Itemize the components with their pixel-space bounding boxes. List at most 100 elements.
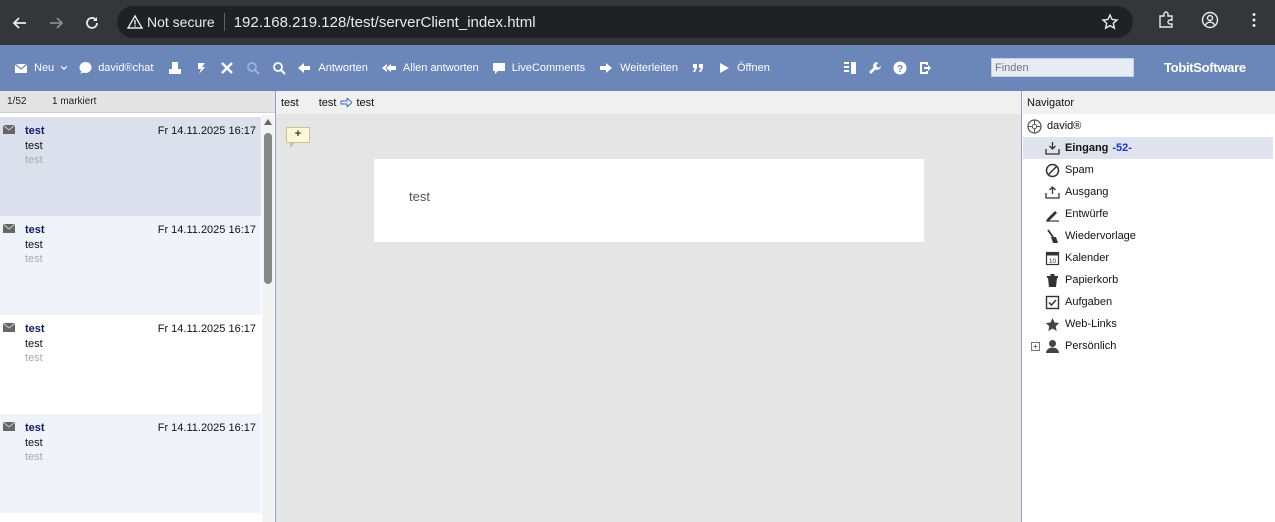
arrow-right-icon	[50, 16, 64, 29]
reading-recipient: test	[356, 96, 375, 109]
address-bar[interactable]: Not secure 192.168.219.128/test/serverCl…	[117, 6, 1133, 38]
help-icon: ?	[893, 61, 907, 75]
reply-button[interactable]: Antworten	[296, 56, 368, 80]
bookmark-star-icon[interactable]	[1101, 13, 1119, 31]
help-button[interactable]: ?	[893, 56, 907, 80]
message-sender: test	[25, 323, 45, 335]
quote-button[interactable]	[691, 56, 705, 80]
reply-arrow-icon	[298, 63, 311, 73]
filter-button[interactable]	[246, 56, 261, 80]
url-text[interactable]: 192.168.219.128/test/serverClient_index.…	[234, 14, 536, 31]
nav-item-personal[interactable]: + Persönlich	[1023, 335, 1273, 357]
navigator-pane: Navigator david® Eingang -52- Spam Ausga…	[1023, 91, 1275, 522]
reply-label: Antworten	[318, 62, 368, 74]
nav-item-label: Papierkorb	[1065, 274, 1119, 286]
divider	[223, 13, 225, 31]
undo-button[interactable]	[194, 56, 208, 80]
checkbox-icon	[1045, 295, 1060, 309]
brand-logo: TobitSoftware	[1164, 60, 1246, 75]
warning-icon	[127, 14, 143, 29]
nav-item-label: Ausgang	[1065, 186, 1109, 198]
find-input[interactable]	[991, 58, 1134, 77]
new-button[interactable]: Neu	[14, 56, 54, 80]
delete-button[interactable]	[220, 56, 234, 80]
print-button[interactable]	[168, 56, 182, 80]
chat-button[interactable]: david®chat	[78, 56, 153, 80]
profile-icon[interactable]	[1201, 11, 1219, 29]
list-scrollbar[interactable]	[262, 115, 274, 522]
open-button[interactable]: Öffnen	[717, 56, 770, 80]
back-button[interactable]	[8, 11, 32, 35]
security-indicator[interactable]: Not secure	[127, 14, 215, 30]
inbox-icon	[1045, 141, 1060, 155]
nav-item-trash[interactable]: Papierkorb	[1023, 269, 1273, 291]
david-logo-icon	[1027, 118, 1042, 134]
blocked-icon	[1045, 163, 1060, 177]
wrench-icon	[868, 62, 881, 74]
close-icon	[221, 62, 234, 74]
new-label: Neu	[34, 62, 55, 74]
forward-button[interactable]	[44, 11, 68, 35]
add-comment-button[interactable]: +	[286, 127, 310, 148]
trash-icon	[1047, 273, 1058, 287]
extensions-icon[interactable]	[1157, 11, 1175, 29]
arrow-left-icon	[12, 16, 26, 29]
message-list-pane: 1/52 1 markiert test Fr 14.11.2025 16:17…	[0, 91, 276, 522]
nav-item-inbox[interactable]: Eingang -52-	[1023, 137, 1273, 159]
chat-label: david®chat	[98, 62, 154, 74]
reply-all-icon	[381, 64, 396, 72]
list-item[interactable]: test Fr 14.11.2025 16:17 test test	[0, 216, 261, 315]
person-icon	[1046, 339, 1059, 353]
logout-button[interactable]	[918, 56, 932, 80]
nav-item-label: Kalender	[1065, 252, 1110, 264]
menu-kebab-icon[interactable]	[1245, 11, 1263, 29]
nav-item-outbox[interactable]: Ausgang	[1023, 181, 1273, 203]
list-header: 1/52 1 markiert	[0, 91, 275, 113]
forward-mail-button[interactable]: Weiterleiten	[598, 56, 678, 80]
nav-item-tasks[interactable]: Aufgaben	[1023, 291, 1273, 313]
message-sender: test	[25, 125, 45, 137]
message-date: Fr 14.11.2025 16:17	[157, 422, 256, 434]
exit-icon	[919, 62, 931, 74]
message-subject: test	[25, 437, 43, 449]
expand-icon[interactable]: +	[1031, 341, 1040, 351]
livecomments-button[interactable]: LiveComments	[492, 56, 585, 80]
message-preview: test	[25, 154, 43, 166]
scrollbar-thumb[interactable]	[264, 133, 272, 284]
browser-chrome: Not secure 192.168.219.128/test/serverCl…	[0, 0, 1275, 45]
reading-header: test test test	[276, 91, 1021, 114]
layout-button[interactable]	[843, 56, 857, 80]
layout-icon	[843, 62, 856, 74]
nav-item-label: Spam	[1065, 164, 1094, 176]
nav-item-drafts[interactable]: Entwürfe	[1023, 203, 1273, 225]
nav-item-weblinks[interactable]: Web-Links	[1023, 313, 1273, 335]
livecomments-label: LiveComments	[511, 62, 586, 74]
scroll-up-icon[interactable]	[264, 119, 272, 125]
quote-icon	[693, 64, 703, 72]
message-sender: test	[25, 422, 45, 434]
envelope-icon	[3, 422, 15, 431]
settings-button[interactable]	[868, 56, 882, 80]
reply-all-button[interactable]: Allen antworten	[381, 56, 479, 80]
list-item[interactable]: test Fr 14.11.2025 16:17 test test	[0, 315, 261, 414]
play-icon	[720, 63, 729, 73]
nav-item-calendar[interactable]: 10 Kalender	[1023, 247, 1273, 269]
message-subject: test	[25, 140, 43, 152]
search-button[interactable]	[272, 56, 287, 80]
list-item[interactable]: test Fr 14.11.2025 16:17 test test	[0, 414, 261, 513]
reading-sender: test	[318, 96, 337, 109]
nav-root[interactable]: david®	[1023, 115, 1273, 137]
reload-button[interactable]	[80, 11, 104, 35]
reply-all-label: Allen antworten	[402, 62, 479, 74]
new-dropdown[interactable]	[60, 56, 68, 80]
broom-icon	[1047, 228, 1058, 243]
reading-from: test	[281, 96, 299, 109]
nav-item-spam[interactable]: Spam	[1023, 159, 1273, 181]
message-preview: test	[25, 451, 43, 463]
reload-icon	[86, 16, 98, 29]
envelope-icon	[3, 125, 15, 134]
nav-item-followup[interactable]: Wiedervorlage	[1023, 225, 1273, 247]
list-item[interactable]: test Fr 14.11.2025 16:17 test test	[0, 117, 261, 216]
undo-icon	[198, 63, 206, 74]
print-icon	[169, 62, 182, 74]
